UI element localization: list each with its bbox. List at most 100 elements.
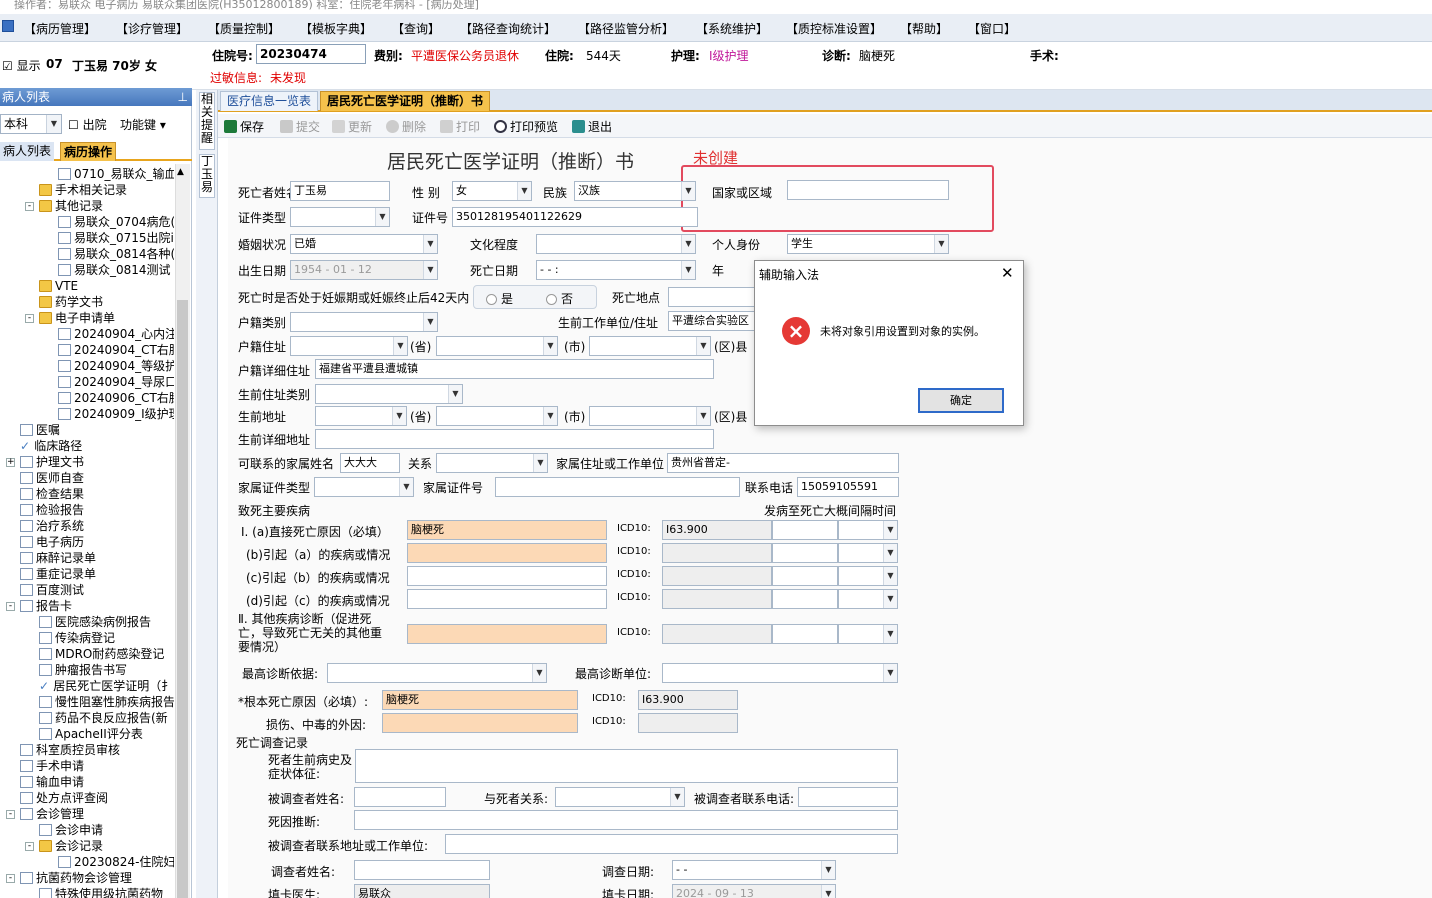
relation-select[interactable]: ▼	[436, 453, 548, 473]
chevron-down-icon[interactable]: ▼	[696, 407, 710, 425]
tree-item[interactable]: 检验报告	[20, 502, 84, 518]
patient-side-tab[interactable]: 丁玉易	[199, 154, 215, 198]
identity-select[interactable]: 学生 ▼	[787, 234, 949, 254]
tree-item[interactable]: 医师自查	[20, 470, 84, 486]
survey-date-field[interactable]: - - ▼	[672, 860, 836, 880]
related-reminder-tab[interactable]: 相关提醒	[199, 92, 215, 150]
tab-patient-list[interactable]: 病人列表	[0, 142, 55, 161]
show-checkbox[interactable]: ☑ 显示	[2, 57, 41, 74]
surveyor-name-field[interactable]	[354, 860, 490, 880]
death-place-field[interactable]	[668, 287, 758, 307]
marital-select[interactable]: 已婚 ▼	[290, 234, 438, 254]
tree-item[interactable]: - 抗菌药物会诊管理	[6, 870, 132, 886]
hukou-county-select[interactable]: ▼	[589, 336, 711, 356]
chevron-down-icon[interactable]: ▼	[821, 861, 835, 879]
live-city-select[interactable]: ▼	[436, 406, 558, 426]
hukou-province-select[interactable]: ▼	[290, 336, 408, 356]
chevron-down-icon[interactable]: ▼	[423, 235, 437, 253]
cause-a-field[interactable]: 脑梗死	[407, 520, 607, 540]
tree-item[interactable]: VTE	[39, 278, 78, 294]
scroll-up-icon[interactable]: ▲	[177, 167, 184, 177]
root-cause-field[interactable]: 脑梗死	[382, 690, 578, 710]
tree-item[interactable]: 检查结果	[20, 486, 84, 502]
tree-item[interactable]: 治疗系统	[20, 518, 84, 534]
close-icon[interactable]: ✕	[1001, 264, 1014, 282]
function-key-button[interactable]: 功能键 ▾	[120, 116, 166, 133]
doctor-field[interactable]: 易联众	[354, 884, 490, 898]
chevron-down-icon[interactable]: ▼	[681, 182, 695, 200]
chevron-down-icon[interactable]: ▼	[934, 235, 948, 253]
other-icd-field[interactable]	[662, 624, 772, 644]
cause-c-field[interactable]	[407, 566, 607, 586]
chevron-down-icon[interactable]: ▼	[423, 313, 437, 331]
cause-b-field[interactable]	[407, 543, 607, 563]
tree-item[interactable]: 慢性阻塞性肺疾病报告	[39, 694, 174, 710]
tree-item[interactable]: 20230824-住院妇科	[58, 854, 174, 870]
menu-quality-control[interactable]: 【质量控制】	[208, 20, 280, 37]
live-county-select[interactable]: ▼	[589, 406, 711, 426]
diagnosis-unit-select[interactable]: ▼	[662, 663, 898, 683]
tab-record-ops[interactable]: 病历操作	[60, 142, 117, 161]
tree-item[interactable]: - 电子申请单	[25, 310, 115, 326]
menu-system-maintain[interactable]: 【系统维护】	[696, 20, 768, 37]
chevron-down-icon[interactable]: ▼	[399, 478, 413, 496]
tree-item[interactable]: 20240904_心内注射	[58, 326, 174, 342]
exit-button[interactable]: 退出	[572, 118, 612, 135]
cause-d-field[interactable]	[407, 589, 607, 609]
radio-no[interactable]: 否	[546, 290, 573, 307]
menu-qc-standard[interactable]: 【质控标准设置】	[786, 20, 882, 37]
chevron-down-icon[interactable]: ▼	[681, 235, 695, 253]
tab-death-certificate[interactable]: 居民死亡医学证明（推断）书	[320, 91, 491, 111]
tree-item[interactable]: - 其他记录	[25, 198, 103, 214]
submit-button[interactable]: 提交	[280, 118, 320, 135]
cause-inference-field[interactable]	[354, 810, 898, 830]
cause-a-unit-select[interactable]: ▼	[838, 520, 898, 540]
menu-record-mgmt[interactable]: 【病历管理】	[24, 20, 96, 37]
tree-item[interactable]: 医院感染病例报告	[39, 614, 151, 630]
chevron-down-icon[interactable]: ▼	[517, 182, 531, 200]
tree-item[interactable]: 传染病登记	[39, 630, 115, 646]
chevron-down-icon[interactable]: ▼	[883, 521, 897, 539]
tree-item[interactable]: 20240906_CT右膝:	[58, 390, 174, 406]
tab-medical-overview[interactable]: 医疗信息一览表	[220, 91, 319, 111]
menu-path-monitor[interactable]: 【路径监管分析】	[578, 20, 674, 37]
chevron-down-icon[interactable]: ▼	[423, 261, 437, 279]
print-preview-button[interactable]: 打印预览	[494, 118, 558, 135]
cause-c-interval-field[interactable]	[772, 566, 838, 586]
chevron-down-icon[interactable]: ▼	[883, 590, 897, 608]
chevron-down-icon[interactable]: ▼	[883, 544, 897, 562]
respondent-phone-field[interactable]	[798, 787, 898, 807]
admission-no-field[interactable]: 20230474	[256, 44, 366, 64]
tree-item[interactable]: ✓ 临床路径	[20, 438, 82, 454]
sex-select[interactable]: 女 ▼	[452, 181, 532, 201]
diagnosis-basis-select[interactable]: ▼	[327, 663, 547, 683]
hukou-detail-field[interactable]: 福建省平遭县遭城镇	[315, 359, 714, 379]
respondent-relation-select[interactable]: ▼	[555, 787, 685, 807]
chevron-down-icon[interactable]: ▼	[448, 385, 462, 403]
fill-date-field[interactable]: 2024 - 09 - 13 ▼	[672, 884, 836, 898]
tree-item[interactable]: 输血申请	[20, 774, 84, 790]
id-type-select[interactable]: ▼	[290, 207, 390, 227]
tree-item[interactable]: 处方点评查阅	[20, 790, 108, 806]
scrollbar-thumb[interactable]	[177, 300, 188, 898]
live-addr-type-select[interactable]: ▼	[315, 384, 463, 404]
collapse-icon[interactable]: -	[6, 874, 15, 883]
tree-item[interactable]: 医嘱	[20, 422, 60, 438]
chevron-down-icon[interactable]: ▼	[543, 337, 557, 355]
work-unit-field[interactable]: 平遭综合实验区	[668, 311, 758, 331]
root-icd-field[interactable]: I63.900	[638, 690, 738, 710]
tree-item[interactable]: 易联众_0704病危(	[58, 214, 174, 230]
tree-item[interactable]: 药品不良反应报告(新	[39, 710, 168, 726]
cause-a-interval-field[interactable]	[772, 520, 838, 540]
family-name-field[interactable]: 大大大	[340, 453, 400, 473]
tree-item[interactable]: 易联众_0814各种(	[58, 246, 174, 262]
other-interval-field[interactable]	[772, 624, 838, 644]
menu-query[interactable]: 【查询】	[392, 20, 440, 37]
tree-item[interactable]: 易联众_0814测试	[58, 262, 171, 278]
education-select[interactable]: ▼	[536, 234, 696, 254]
cause-d-unit-select[interactable]: ▼	[838, 589, 898, 609]
tree-item[interactable]: 药学文书	[39, 294, 103, 310]
respondent-addr-field[interactable]	[445, 834, 898, 854]
cause-b-icd-field[interactable]	[662, 543, 772, 563]
chevron-down-icon[interactable]: ▼	[696, 337, 710, 355]
